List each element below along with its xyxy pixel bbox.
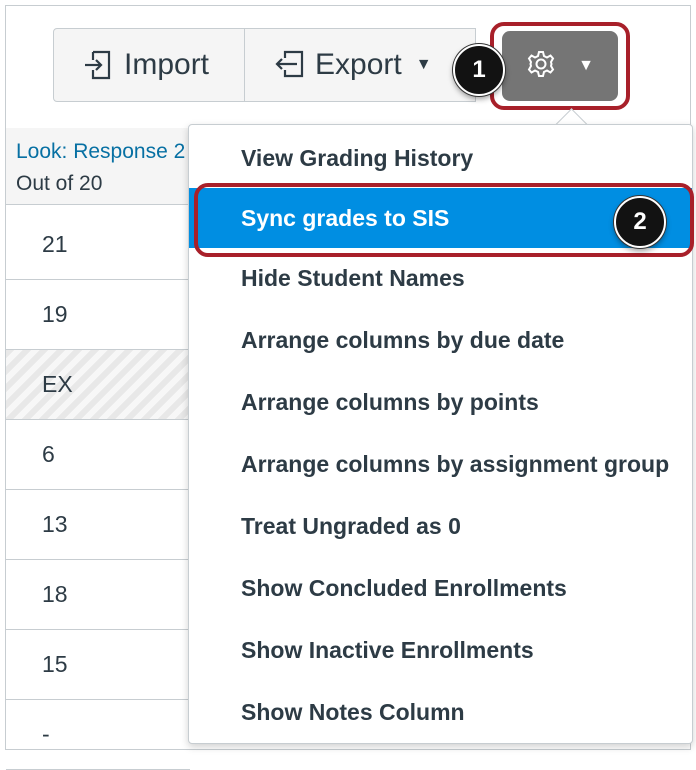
chevron-down-icon: ▼ — [415, 56, 432, 73]
assignment-points-possible: Out of 20 — [16, 172, 103, 195]
menu-item-label: Show Concluded Enrollments — [241, 574, 567, 601]
export-icon — [273, 48, 307, 82]
menu-item-show-notes-column[interactable]: Show Notes Column — [189, 682, 692, 742]
import-label: Import — [124, 48, 210, 81]
grade-value: 19 — [42, 301, 68, 327]
grade-cell[interactable]: 21 — [6, 210, 190, 280]
menu-item-arrange-by-due-date[interactable]: Arrange columns by due date — [189, 310, 692, 370]
settings-highlight: ▼ — [490, 22, 630, 110]
grade-cell[interactable]: 19 — [6, 280, 190, 350]
grade-cell-excused[interactable]: EX — [6, 350, 190, 420]
grade-cell[interactable]: - — [6, 700, 190, 770]
grade-value: 18 — [42, 581, 68, 607]
grade-value: 6 — [42, 441, 55, 467]
grade-cell[interactable]: 18 — [6, 560, 190, 630]
export-label: Export — [315, 48, 402, 81]
menu-item-arrange-by-assignment-group[interactable]: Arrange columns by assignment group — [189, 434, 692, 494]
menu-item-label: Arrange columns by points — [241, 388, 539, 415]
grade-cell[interactable]: 15 — [6, 630, 190, 700]
assignment-column-title[interactable]: Look: Response 2 — [16, 140, 185, 164]
grade-value: 21 — [42, 231, 68, 257]
grade-cell[interactable]: 6 — [6, 420, 190, 490]
menu-item-show-concluded-enrollments[interactable]: Show Concluded Enrollments — [189, 558, 692, 618]
gradebook-settings-button[interactable]: ▼ — [502, 31, 618, 101]
menu-item-treat-ungraded-as-zero[interactable]: Treat Ungraded as 0 — [189, 496, 692, 556]
assignment-column-header[interactable]: Look: Response 2 Out of 20 — [6, 128, 190, 205]
menu-item-label: Show Inactive Enrollments — [241, 636, 534, 663]
callout-number: 2 — [633, 208, 647, 235]
menu-item-view-grading-history[interactable]: View Grading History — [189, 128, 692, 188]
menu-item-arrange-by-points[interactable]: Arrange columns by points — [189, 372, 692, 432]
menu-item-label: Treat Ungraded as 0 — [241, 512, 461, 539]
export-button[interactable]: Export ▼ — [244, 28, 476, 102]
callout-number: 1 — [472, 56, 486, 83]
chevron-down-icon: ▼ — [578, 57, 594, 74]
menu-item-label: Arrange columns by due date — [241, 326, 565, 353]
grade-value: EX — [42, 371, 73, 397]
menu-item-label: Arrange columns by assignment group — [241, 450, 670, 477]
grade-value: - — [42, 721, 50, 747]
menu-item-label: Show Notes Column — [241, 698, 465, 725]
grade-value: 15 — [42, 651, 68, 677]
grade-cell[interactable]: 13 — [6, 490, 190, 560]
step-callout-1: 1 — [453, 44, 505, 96]
step-callout-2: 2 — [614, 196, 666, 248]
menu-item-label: View Grading History — [241, 144, 474, 171]
grade-value: 13 — [42, 511, 68, 537]
import-icon — [82, 48, 116, 82]
import-button[interactable]: Import — [53, 28, 245, 102]
gear-icon — [526, 49, 556, 84]
menu-item-show-inactive-enrollments[interactable]: Show Inactive Enrollments — [189, 620, 692, 680]
menu-item-hide-student-names[interactable]: Hide Student Names — [189, 248, 692, 308]
menu-item-label: Hide Student Names — [241, 264, 465, 291]
